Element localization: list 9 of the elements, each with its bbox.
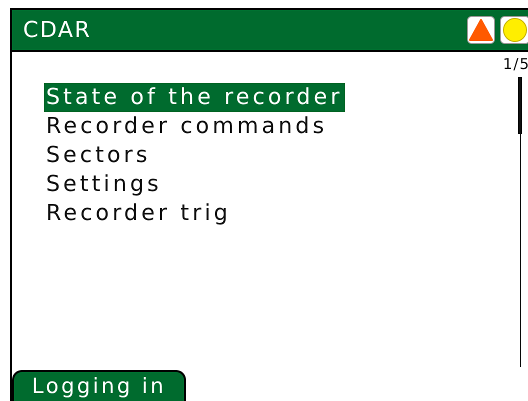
menu-item[interactable]: Recorder commands (44, 112, 330, 141)
menu-item[interactable]: Sectors (44, 141, 153, 170)
logging-in-button[interactable]: Logging in (12, 370, 186, 401)
warning-triangle-icon (467, 16, 495, 44)
menu-item[interactable]: Settings (44, 170, 164, 199)
status-circle-icon (500, 16, 528, 44)
window-title: CDAR (22, 18, 92, 42)
menu-item[interactable]: Recorder trig (44, 199, 233, 228)
menu-item[interactable]: State of the recorder (44, 83, 345, 112)
